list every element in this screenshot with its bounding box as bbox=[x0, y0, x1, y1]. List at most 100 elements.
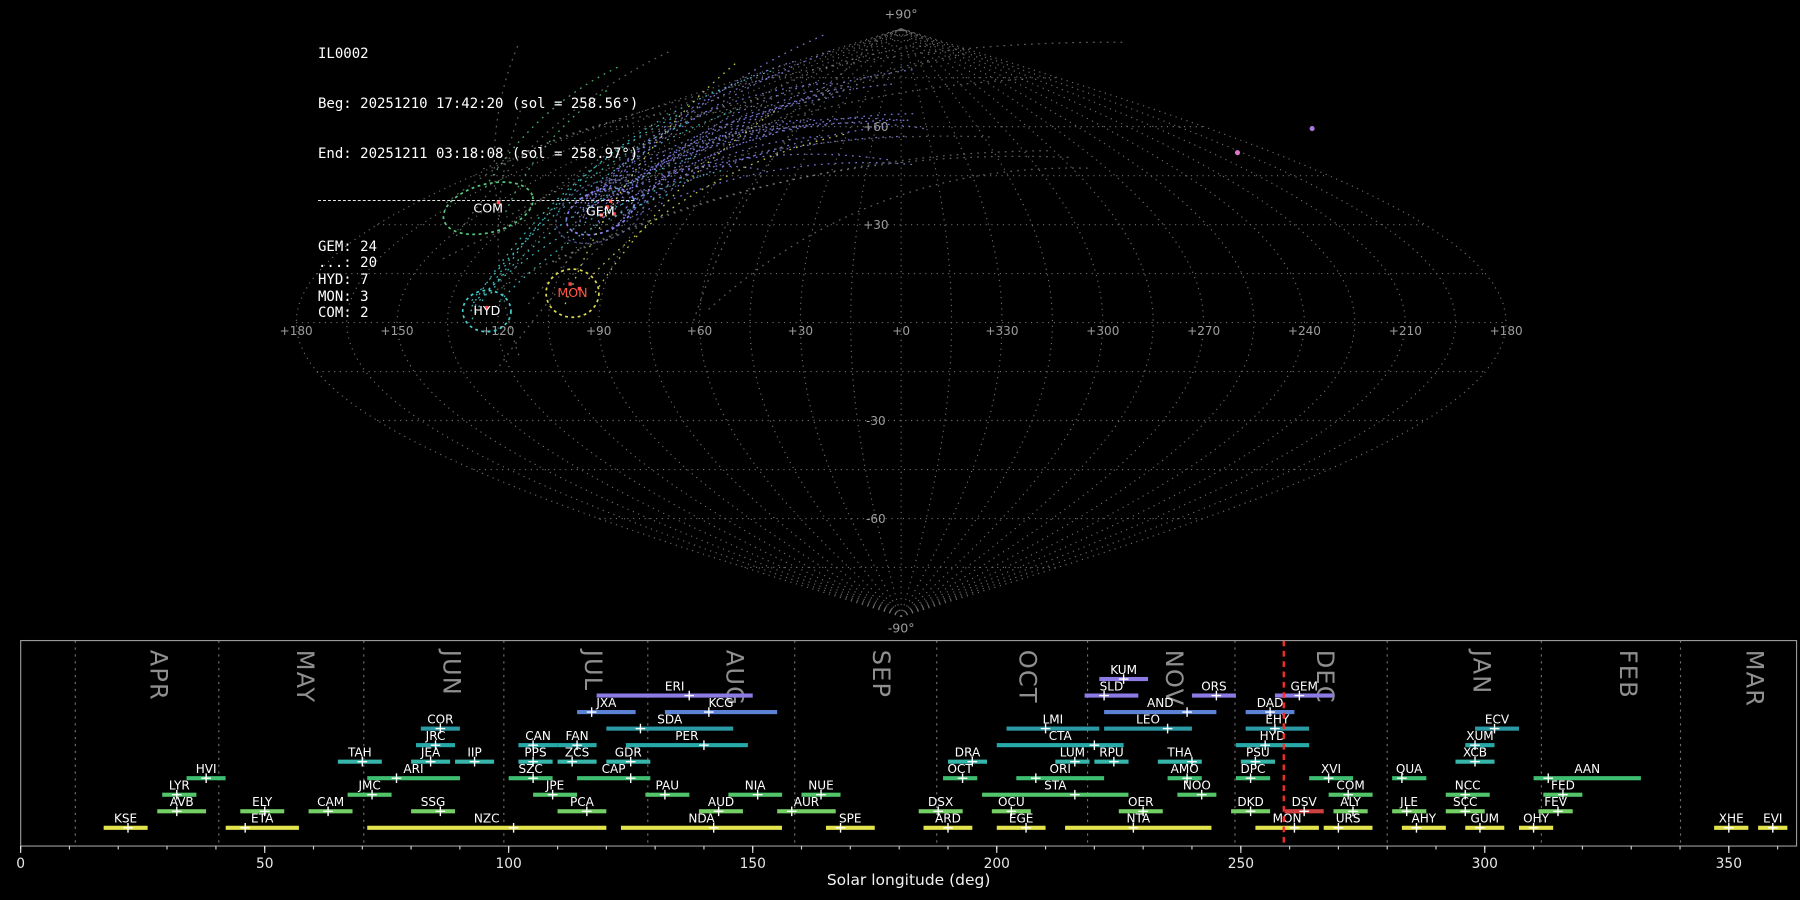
shower-bar-SSG bbox=[411, 809, 456, 814]
shower-label-RPU: RPU bbox=[1099, 746, 1123, 760]
shower-label-DSX: DSX bbox=[928, 795, 953, 809]
south-pole-label: -90° bbox=[888, 621, 915, 636]
latitude-label: -60 bbox=[866, 512, 886, 526]
shower-bar-GUM bbox=[1465, 825, 1505, 830]
shower-label-PCA: PCA bbox=[570, 795, 595, 809]
shower-label-CAM: CAM bbox=[317, 795, 344, 809]
longitude-label: +60 bbox=[687, 324, 712, 338]
shower-bar-JXA bbox=[577, 710, 636, 715]
meteor-trail bbox=[607, 83, 893, 201]
shower-label-QUA: QUA bbox=[1396, 762, 1423, 776]
month-label-JUN: JUN bbox=[438, 648, 466, 696]
shower-label-PSU: PSU bbox=[1246, 746, 1270, 760]
graticule-meridian bbox=[900, 28, 1104, 617]
shower-label-HVI: HVI bbox=[196, 762, 217, 776]
month-label-APR: APR bbox=[145, 650, 173, 701]
meteor-trail bbox=[707, 167, 1088, 311]
shower-label-ORS: ORS bbox=[1201, 679, 1227, 693]
shower-peak-AND bbox=[1182, 707, 1192, 717]
shower-bars: KUM ERI SLD ORS GEM JXA KCG AND DAD COR SDA LMI LEO E… bbox=[103, 663, 1788, 833]
shower-label-ETA: ETA bbox=[251, 812, 274, 826]
graticule-meridian bbox=[900, 28, 1154, 617]
x-tick-label: 0 bbox=[16, 856, 25, 872]
shower-label-LEO: LEO bbox=[1136, 712, 1160, 726]
shower-peak-SDA bbox=[635, 723, 646, 734]
shower-peak-CTA bbox=[1089, 740, 1100, 750]
shower-peak-JXA bbox=[586, 707, 597, 717]
shower-label-DPC: DPC bbox=[1241, 762, 1266, 776]
month-label-FEB: FEB bbox=[1614, 650, 1642, 699]
shower-bar-AND bbox=[1104, 710, 1217, 715]
shower-label-XVI: XVI bbox=[1321, 762, 1341, 776]
meteor-trail bbox=[656, 43, 935, 177]
shower-label-IIP: IIP bbox=[467, 746, 481, 760]
shower-label-COM: COM bbox=[1336, 779, 1364, 793]
shower-label-NIA: NIA bbox=[745, 779, 767, 793]
shower-label-LYR: LYR bbox=[169, 779, 190, 793]
shower-label-URS: URS bbox=[1336, 812, 1361, 826]
x-tick-label: 150 bbox=[740, 856, 766, 872]
shower-bar-NZC bbox=[367, 825, 607, 830]
stray-point bbox=[1234, 150, 1241, 156]
shower-label-FEV: FEV bbox=[1544, 795, 1568, 809]
shower-label-XCB: XCB bbox=[1463, 746, 1487, 760]
shower-label-ERI: ERI bbox=[665, 679, 685, 693]
shower-label-SZC: SZC bbox=[519, 762, 543, 776]
station-id: IL0002 bbox=[318, 46, 369, 63]
shower-label-AUD: AUD bbox=[708, 795, 734, 809]
x-axis: 0 50 100 150 200 250 300 350 Solar longitude (de… bbox=[16, 846, 1779, 889]
graticule-meridian bbox=[900, 28, 1457, 617]
month-label-OCT: OCT bbox=[1013, 650, 1041, 704]
shower-label-NTA: NTA bbox=[1126, 812, 1150, 826]
shower-count-line: MON: 3 bbox=[318, 288, 369, 305]
month-label-JUL: JUL bbox=[579, 648, 607, 692]
meteor-trail bbox=[692, 39, 878, 324]
shower-peak-PER bbox=[699, 740, 709, 750]
shower-peak-ORI bbox=[1030, 773, 1041, 784]
month-label-MAR: MAR bbox=[1741, 650, 1769, 707]
north-pole-label: +90° bbox=[885, 6, 918, 21]
longitude-label: +30 bbox=[788, 324, 813, 338]
shower-label-AUR: AUR bbox=[794, 795, 820, 809]
longitude-label: +330 bbox=[985, 324, 1018, 338]
shower-label-JPE: JPE bbox=[545, 779, 564, 793]
shower-label-JEA: JEA bbox=[420, 746, 441, 760]
shower-label-EHY: EHY bbox=[1265, 712, 1290, 726]
shower-bar-ARI bbox=[367, 776, 460, 781]
shower-label-NDA: NDA bbox=[688, 812, 715, 826]
shower-label-LUM: LUM bbox=[1060, 746, 1085, 760]
shower-bar-URS bbox=[1323, 825, 1373, 830]
shower-label-GDR: GDR bbox=[615, 746, 643, 760]
shower-label-GEM: GEM bbox=[1291, 679, 1318, 693]
shower-label-DKD: DKD bbox=[1237, 795, 1263, 809]
month-label-MAY: MAY bbox=[291, 650, 319, 704]
shower-label-SDA: SDA bbox=[657, 712, 683, 726]
shower-label-ELY: ELY bbox=[252, 795, 273, 809]
longitude-label: +210 bbox=[1389, 324, 1422, 338]
shower-label-TAH: TAH bbox=[347, 746, 372, 760]
shower-label-PER: PER bbox=[675, 729, 699, 743]
shower-count-line: ...: 20 bbox=[318, 255, 378, 272]
shower-bar-AHY bbox=[1401, 825, 1446, 830]
shower-label-KCG: KCG bbox=[709, 696, 734, 710]
x-tick-label: 50 bbox=[256, 856, 274, 872]
shower-bar-AVB bbox=[157, 809, 207, 814]
shower-count-line: HYD: 7 bbox=[318, 271, 369, 288]
shower-bar-SPE bbox=[825, 825, 875, 830]
shower-label-JRC: JRC bbox=[425, 729, 446, 743]
x-tick-label: 100 bbox=[496, 856, 522, 872]
shower-label-OHY: OHY bbox=[1523, 812, 1550, 826]
shower-bar-MON bbox=[1255, 825, 1319, 830]
longitude-label: +240 bbox=[1288, 324, 1321, 338]
shower-count-line: GEM: 24 bbox=[318, 238, 378, 255]
activity-timeline: APR MAY JUN JUL AUG SEP OCT NOV DEC JAN FEB MARKUME… bbox=[16, 639, 1798, 889]
shower-label-SLD: SLD bbox=[1100, 679, 1124, 693]
shower-bar-SDA bbox=[606, 726, 734, 731]
shower-label-NCC: NCC bbox=[1455, 779, 1481, 793]
shower-label-EVI: EVI bbox=[1763, 812, 1782, 826]
shower-label-ALY: ALY bbox=[1340, 795, 1361, 809]
shower-bar-AUR bbox=[777, 809, 836, 814]
shower-label-AHY: AHY bbox=[1411, 812, 1436, 826]
shower-label-SSG: SSG bbox=[421, 795, 446, 809]
shower-peak-LEO bbox=[1162, 723, 1173, 734]
